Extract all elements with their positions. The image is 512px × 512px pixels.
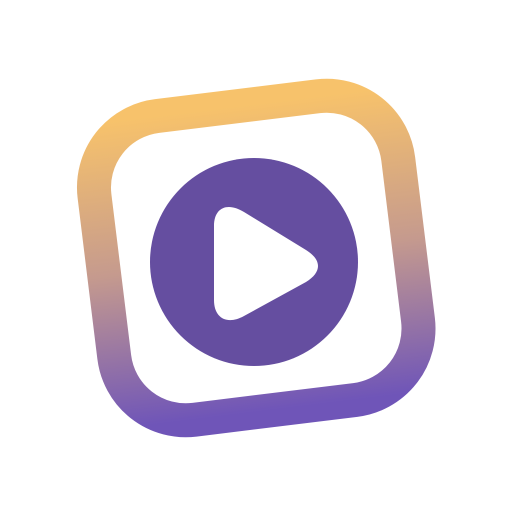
icon-canvas <box>0 0 512 512</box>
play-app-icon <box>76 78 436 438</box>
